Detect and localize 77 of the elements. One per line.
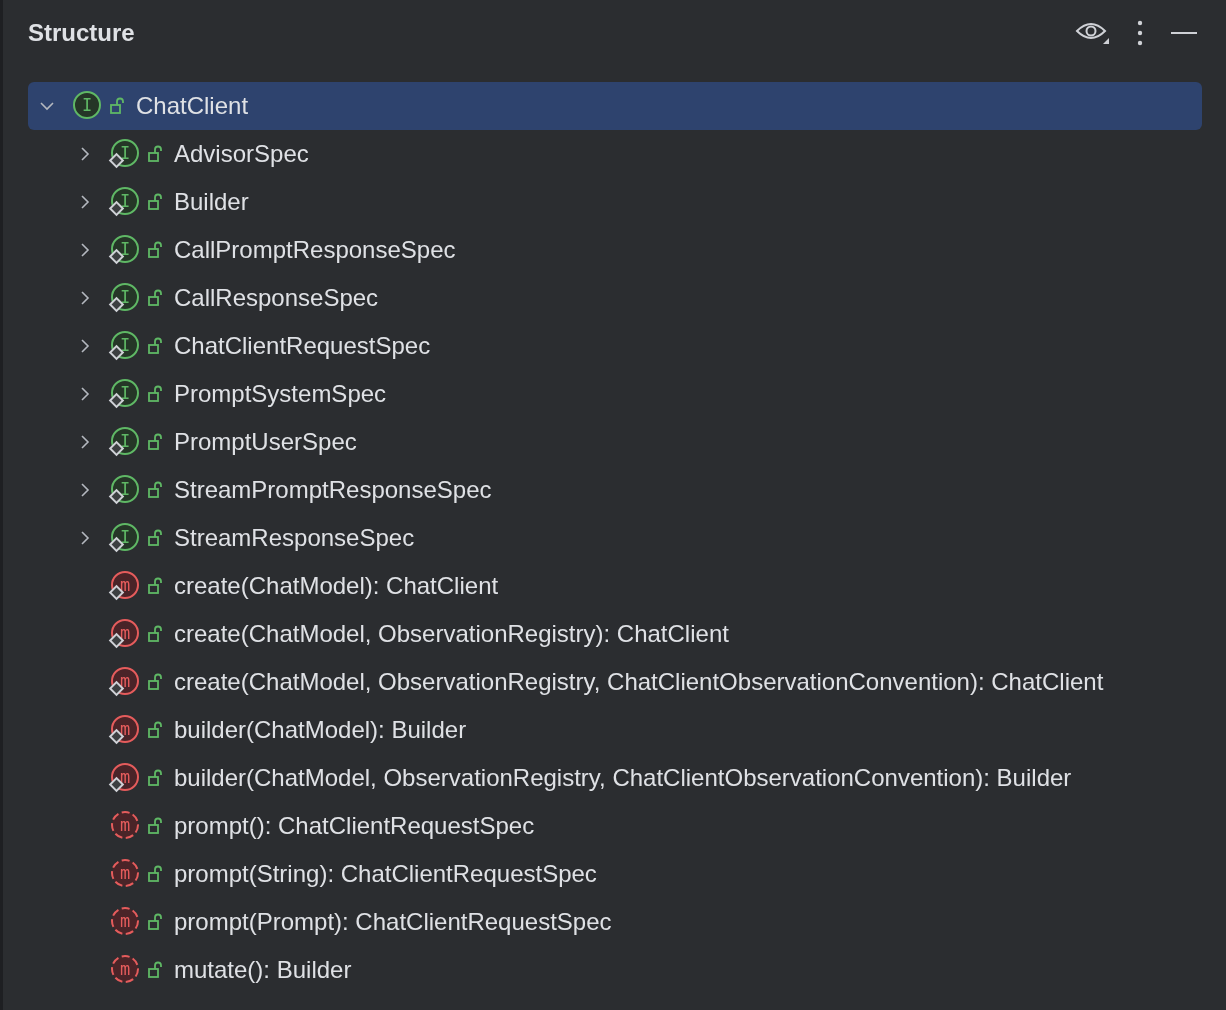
tree-row[interactable]: I Builder <box>28 178 1202 226</box>
tree-item-label: StreamPromptResponseSpec <box>174 476 492 504</box>
tree-item-label: PromptUserSpec <box>174 428 357 456</box>
open-lock-icon <box>148 481 164 499</box>
abstract-method-icon: m <box>108 954 140 986</box>
open-lock-icon <box>148 865 164 883</box>
tree-row[interactable]: I CallResponseSpec <box>28 274 1202 322</box>
tree-row[interactable]: m builder(ChatModel): Builder <box>28 706 1202 754</box>
tree-item-label: prompt(String): ChatClientRequestSpec <box>174 860 597 888</box>
tree-item-label: StreamResponseSpec <box>174 524 415 552</box>
open-lock-icon <box>148 961 164 979</box>
interface-icon: I <box>70 90 102 122</box>
static-method-icon: m <box>108 666 140 698</box>
open-lock-icon <box>110 97 126 115</box>
tree-row[interactable]: m builder(ChatModel, ObservationRegistry, ChatClientObservationConvention): Builder <box>28 754 1202 802</box>
tree-item-label: AdvisorSpec <box>174 140 309 168</box>
static-interface-icon: I <box>108 522 140 554</box>
static-method-icon: m <box>108 570 140 602</box>
tree-item-label: ChatClientRequestSpec <box>174 332 431 360</box>
tree-item-label: create(ChatModel): ChatClient <box>174 572 499 600</box>
tree-item-label: CallResponseSpec <box>174 284 379 312</box>
static-interface-icon: I <box>108 234 140 266</box>
tree-row[interactable]: I PromptUserSpec <box>28 418 1202 466</box>
tree-item-label: prompt(Prompt): ChatClientRequestSpec <box>174 908 612 936</box>
abstract-method-icon: m <box>108 858 140 890</box>
open-lock-icon <box>148 625 164 643</box>
open-lock-icon <box>148 817 164 835</box>
tree-row[interactable]: I PromptSystemSpec <box>28 370 1202 418</box>
tree-item-label: builder(ChatModel): Builder <box>174 716 467 744</box>
open-lock-icon <box>148 673 164 691</box>
static-method-icon: m <box>108 762 140 794</box>
static-method-icon: m <box>108 714 140 746</box>
open-lock-icon <box>148 577 164 595</box>
open-lock-icon <box>148 769 164 787</box>
static-interface-icon: I <box>108 378 140 410</box>
tree-item-label: mutate(): Builder <box>174 956 352 984</box>
open-lock-icon <box>148 721 164 739</box>
tree-row[interactable]: m prompt(String): ChatClientRequestSpec <box>28 850 1202 898</box>
open-lock-icon <box>148 241 164 259</box>
tree-row[interactable]: m create(ChatModel, ObservationRegistry): ChatClient <box>28 610 1202 658</box>
tree-item-label: prompt(): ChatClientRequestSpec <box>174 812 535 840</box>
panel-title: Structure <box>28 19 136 47</box>
selected-tree-row[interactable]: I ChatClient <box>28 82 1202 130</box>
static-interface-icon: I <box>108 282 140 314</box>
abstract-method-icon: m <box>108 810 140 842</box>
tree-row[interactable]: m prompt(): ChatClientRequestSpec <box>28 802 1202 850</box>
open-lock-icon <box>148 385 164 403</box>
tree-row[interactable]: m create(ChatModel, ObservationRegistry, ChatClientObservationConvention): ChatClient <box>28 658 1202 706</box>
static-interface-icon: I <box>108 186 140 218</box>
open-lock-icon <box>148 433 164 451</box>
tree-row[interactable]: I AdvisorSpec <box>28 130 1202 178</box>
tree-item-label: create(ChatModel, ObservationRegistry): ChatClient <box>174 620 729 648</box>
static-interface-icon: I <box>108 138 140 170</box>
tree-row[interactable]: m mutate(): Builder <box>28 946 1202 994</box>
tree-item-label: CallPromptResponseSpec <box>174 236 456 264</box>
static-method-icon: m <box>108 618 140 650</box>
tree-item-label: create(ChatModel, ObservationRegistry, ChatClientObservationConvention): ChatClient <box>174 668 1104 696</box>
static-interface-icon: I <box>108 426 140 458</box>
open-lock-icon <box>148 529 164 547</box>
tree-row[interactable]: I StreamResponseSpec <box>28 514 1202 562</box>
tree-row[interactable]: I ChatClientRequestSpec <box>28 322 1202 370</box>
tree-item-label: PromptSystemSpec <box>174 380 387 408</box>
tree-item-label: builder(ChatModel, ObservationRegistry, ChatClientObservationConvention): Builder <box>174 764 1072 792</box>
tree-item-label: ChatClient <box>136 92 249 120</box>
open-lock-icon <box>148 193 164 211</box>
open-lock-icon <box>148 145 164 163</box>
open-lock-icon <box>148 289 164 307</box>
static-interface-icon: I <box>108 330 140 362</box>
open-lock-icon <box>148 337 164 355</box>
abstract-method-icon: m <box>108 906 140 938</box>
static-interface-icon: I <box>108 474 140 506</box>
tree-row[interactable]: I CallPromptResponseSpec <box>28 226 1202 274</box>
open-lock-icon <box>148 913 164 931</box>
tree-row[interactable]: m prompt(Prompt): ChatClientRequestSpec <box>28 898 1202 946</box>
tree-row[interactable]: I StreamPromptResponseSpec <box>28 466 1202 514</box>
tree-row[interactable]: m create(ChatModel): ChatClient <box>28 562 1202 610</box>
tree-item-label: Builder <box>174 188 249 216</box>
